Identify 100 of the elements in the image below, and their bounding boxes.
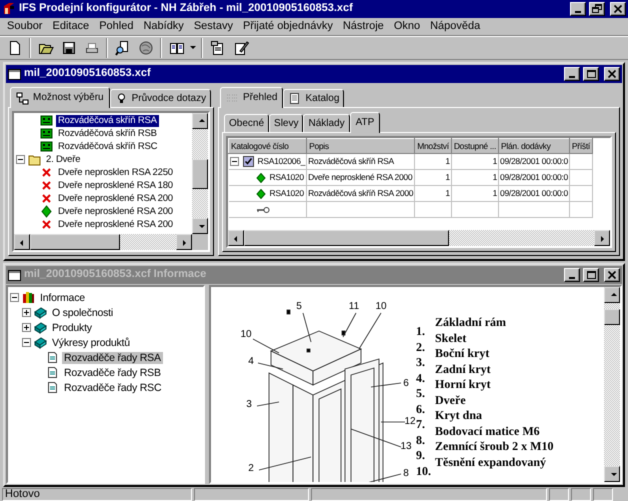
horizontal-scrollbar[interactable] — [14, 234, 192, 250]
tab[interactable]: Katalog — [283, 89, 344, 107]
minimize-button[interactable] — [564, 268, 580, 282]
tree-item[interactable]: Dveře neprosklené RSA 200 — [56, 206, 175, 218]
tree-item[interactable]: Dveře neprosklen RSA 2250 — [56, 166, 175, 178]
vertical-scrollbar[interactable] — [192, 113, 208, 234]
restore-button[interactable] — [589, 2, 605, 16]
column-header[interactable]: Katalogové číslo — [228, 138, 307, 154]
callout-number: 10 — [240, 329, 252, 340]
cabinet-icon — [40, 114, 53, 127]
menu-item[interactable]: Pohled — [94, 19, 138, 34]
expand-toggle[interactable] — [22, 308, 31, 317]
menu-item[interactable]: Soubor — [2, 19, 48, 34]
tree-item[interactable]: Rozváděčová skříň RSA — [56, 114, 159, 126]
close-button[interactable] — [604, 67, 620, 81]
menu-item[interactable]: Sestavy — [188, 19, 238, 34]
horizontal-scrollbar[interactable] — [228, 230, 610, 246]
column-header[interactable]: Příští — [569, 138, 592, 154]
leader-line — [256, 402, 280, 406]
tab[interactable]: Průvodce dotazy — [110, 89, 212, 107]
minimize-button[interactable] — [564, 67, 580, 81]
menu-item[interactable]: Okno — [388, 19, 426, 34]
tab[interactable]: Obecné — [224, 114, 270, 132]
close-icon — [606, 270, 618, 280]
menu-item[interactable]: Přijaté objednávky — [238, 19, 338, 34]
menu-item[interactable]: Editace — [47, 19, 94, 34]
minimize-icon — [569, 277, 575, 279]
scroll-right-button[interactable] — [594, 230, 610, 246]
tree-item[interactable]: Rozvaděče řady RSB — [62, 366, 163, 378]
close-button[interactable] — [610, 2, 626, 16]
scroll-thumb[interactable] — [604, 309, 620, 325]
tree-item[interactable]: Dveře neprosklené RSA 200 — [56, 218, 175, 230]
legend-number: 4. — [416, 370, 426, 386]
menu-item[interactable]: Nástroje — [338, 19, 389, 34]
legend-text: Těsnění expandovaný — [435, 454, 548, 470]
minus-icon — [230, 158, 238, 165]
tree-item[interactable]: Výkresy produktů — [50, 336, 132, 348]
tab[interactable]: Možnost výběru — [10, 87, 110, 108]
vertical-scrollbar[interactable] — [604, 287, 620, 482]
tree-item[interactable]: Rozváděčová skříň RSC — [56, 140, 160, 152]
tree-item[interactable]: Rozvaděče řady RSA — [62, 352, 163, 364]
scroll-down-button[interactable] — [192, 218, 208, 234]
legend-number: 1. — [416, 324, 426, 340]
save-icon — [60, 40, 76, 56]
callout-number: 5 — [296, 301, 302, 312]
tree-item[interactable]: Informace — [38, 292, 87, 304]
scroll-down-button[interactable] — [604, 466, 620, 482]
scrollbar-corner — [192, 234, 208, 250]
legend-number: 8. — [416, 432, 426, 448]
cabinet-icon — [40, 140, 53, 153]
legend-number: 7. — [416, 417, 426, 432]
find-icon — [114, 40, 130, 56]
scroll-up-button[interactable] — [604, 287, 620, 303]
menu-item[interactable]: Nabídky — [138, 19, 189, 34]
expand-toggle[interactable] — [16, 155, 25, 164]
tree-item[interactable]: Rozvaděče řady RSC — [62, 382, 164, 394]
expand-toggle[interactable] — [22, 323, 31, 332]
legend-number: 3. — [416, 355, 426, 370]
tab[interactable]: Náklady — [303, 114, 350, 132]
cross-icon — [40, 179, 53, 192]
list-icon — [226, 92, 239, 104]
tree-item[interactable]: Dveře neprosklené RSA 200 — [56, 192, 175, 204]
document-icon — [46, 366, 59, 379]
expand-toggle[interactable] — [10, 293, 19, 302]
legend-text: Horní kryt — [435, 377, 492, 392]
tree-item[interactable]: 2. Dveře — [44, 154, 82, 166]
callout-number: 12 — [404, 416, 416, 427]
tab[interactable]: ATP — [350, 112, 380, 133]
column-header[interactable]: Popis — [306, 138, 415, 154]
cross-icon — [40, 192, 53, 205]
maximize-button[interactable] — [583, 67, 599, 81]
column-header[interactable]: Plán. dodávky — [498, 138, 570, 154]
legend-text: Dveře — [435, 392, 467, 408]
legend-text: Základní rám — [435, 315, 508, 330]
minimize-button[interactable] — [570, 2, 586, 16]
scroll-up-button[interactable] — [192, 113, 208, 129]
tree-item[interactable]: O společnosti — [50, 306, 116, 318]
checkmark-icon — [244, 157, 252, 166]
close-button[interactable] — [604, 268, 620, 282]
scroll-thumb[interactable] — [192, 159, 208, 189]
tab[interactable]: Přehled — [220, 87, 284, 108]
tab[interactable]: Slevy — [269, 114, 304, 132]
tree-item[interactable]: Dveře neprosklené RSA 180 — [56, 180, 175, 192]
expand-toggle[interactable] — [22, 338, 31, 347]
tree-item[interactable]: Rozváděčová skříň RSB — [56, 128, 159, 140]
column-header[interactable]: Množství — [414, 138, 452, 154]
legend-text: Skelet — [435, 330, 468, 346]
tree-item[interactable]: Produkty — [50, 322, 94, 334]
scroll-right-button[interactable] — [176, 234, 192, 250]
maximize-button[interactable] — [583, 268, 599, 282]
table-cell: Rozváděčová skříň RSA — [306, 154, 415, 170]
checkbox[interactable] — [242, 156, 254, 167]
expand-toggle[interactable] — [230, 157, 238, 166]
scroll-thumb[interactable] — [244, 230, 449, 246]
scroll-left-button[interactable] — [228, 230, 244, 246]
legend-text: Bodovací matice M6 — [435, 424, 541, 439]
menu-item[interactable]: Nápověda — [425, 19, 486, 34]
column-header[interactable]: Dostupné ... — [451, 138, 499, 154]
scroll-left-button[interactable] — [14, 234, 30, 250]
scroll-thumb[interactable] — [30, 234, 120, 250]
